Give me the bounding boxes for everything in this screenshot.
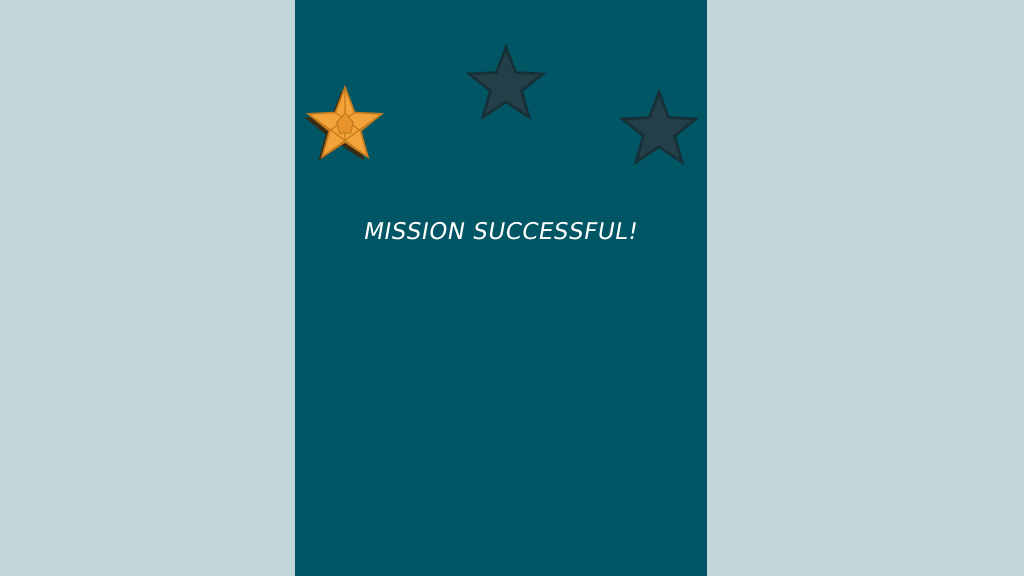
game-screen: MISSION SUCCESSFUL! — [0, 0, 1024, 576]
mission-result-title: MISSION SUCCESSFUL! — [361, 219, 641, 245]
empty-star-icon — [613, 85, 705, 173]
empty-star-icon — [460, 40, 552, 128]
mission-result-panel: MISSION SUCCESSFUL! — [295, 0, 707, 576]
gold-star-icon — [299, 80, 391, 168]
